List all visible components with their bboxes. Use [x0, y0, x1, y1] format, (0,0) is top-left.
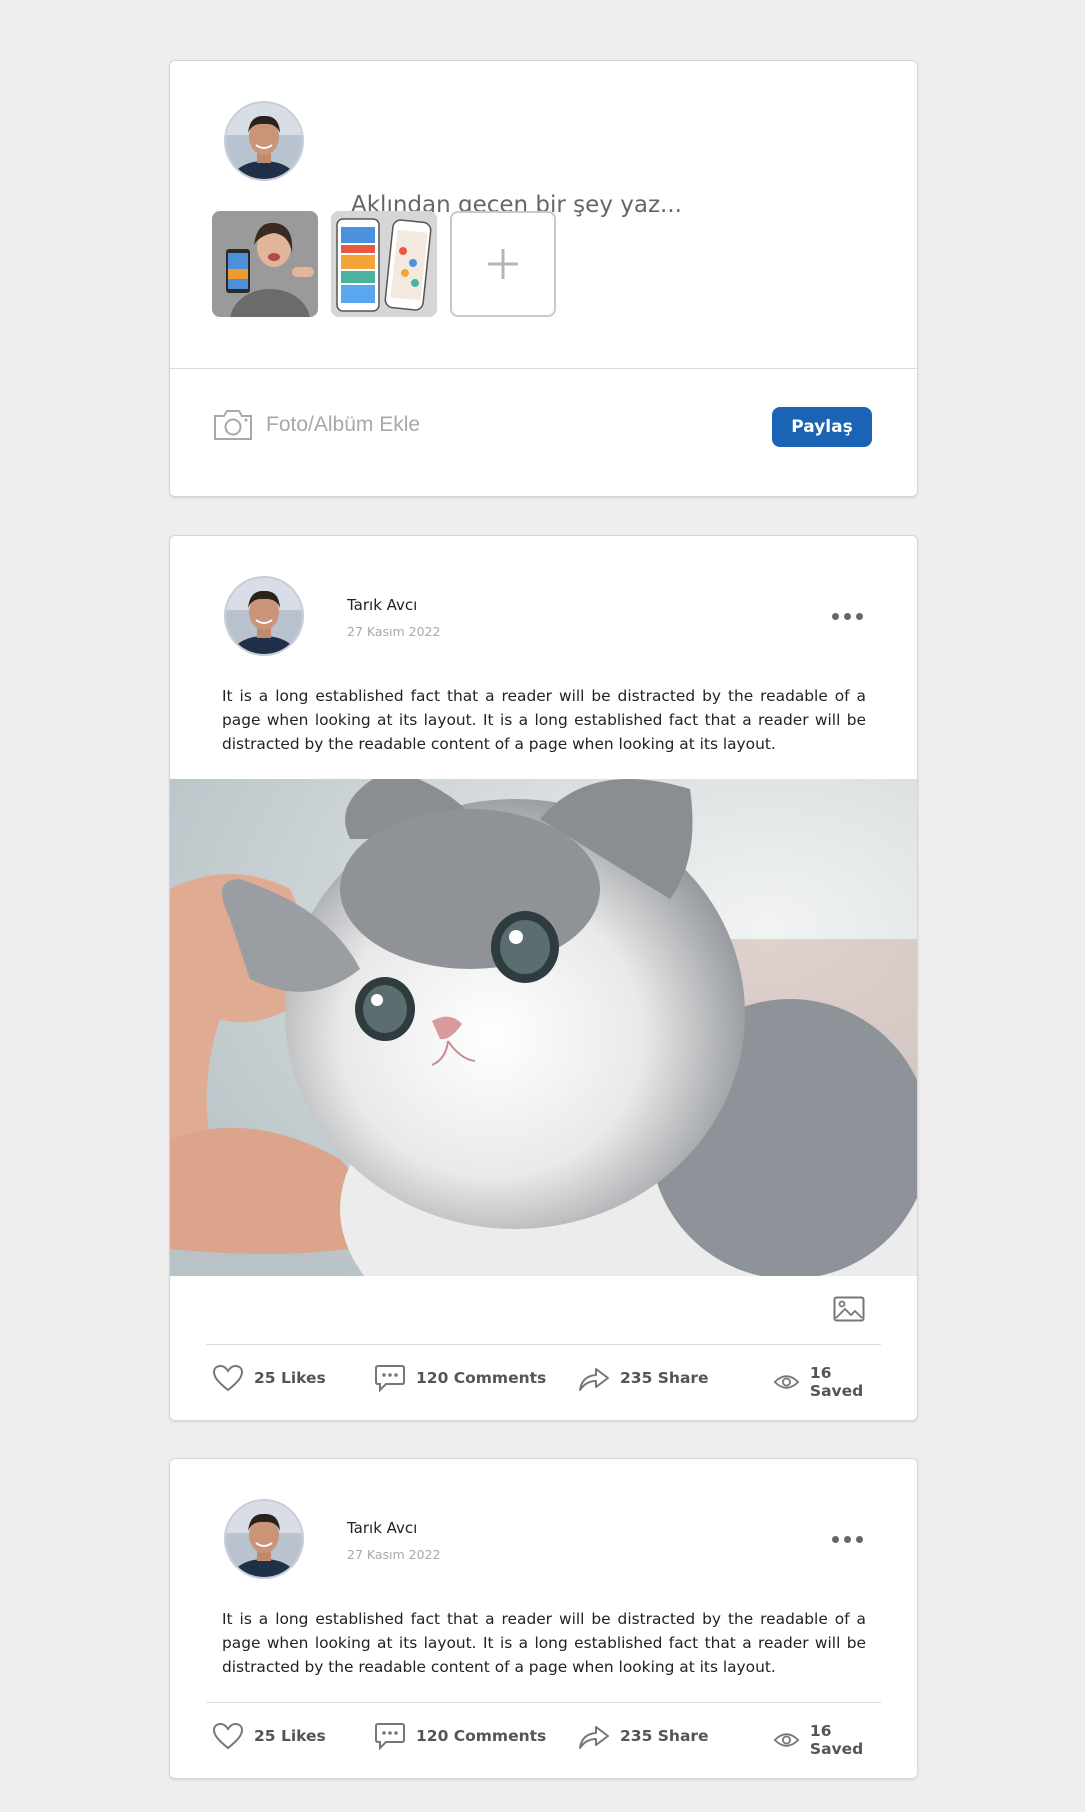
heart-icon	[212, 1722, 244, 1750]
camera-icon	[214, 410, 252, 440]
post-stats: 25 Likes 120 Comments 235 Share 16 Saved	[212, 1364, 882, 1400]
share-post-button[interactable]: 235 Share	[578, 1722, 709, 1750]
save-button[interactable]: 16 Saved	[773, 1364, 882, 1400]
composer-divider	[170, 368, 917, 369]
add-attachment-button[interactable]	[450, 211, 556, 317]
shares-count: 235 Share	[620, 1369, 709, 1387]
likes-count: 25 Likes	[254, 1369, 326, 1387]
post-text: It is a long established fact that a rea…	[222, 687, 866, 753]
share-arrow-icon	[579, 1368, 609, 1391]
more-options-button[interactable]	[827, 1531, 867, 1547]
eye-icon	[773, 1733, 800, 1747]
post-card: Tarık Avcı 27 Kasım 2022 It is a long es…	[169, 1458, 918, 1779]
attached-photo-1[interactable]	[212, 211, 318, 317]
author-name[interactable]: Tarık Avcı	[347, 1519, 417, 1537]
comments-count: 120 Comments	[416, 1369, 547, 1387]
saved-count: 16 Saved	[809, 1722, 864, 1758]
plus-icon	[488, 249, 518, 279]
post-date: 27 Kasım 2022	[347, 624, 441, 639]
share-post-button[interactable]: 235 Share	[578, 1364, 709, 1392]
dot-icon	[831, 1535, 839, 1543]
attached-photo-2[interactable]	[331, 211, 437, 317]
comments-count: 120 Comments	[416, 1727, 547, 1745]
add-photo-label: Foto/Albüm Ekle	[266, 413, 421, 436]
post-image[interactable]	[170, 779, 917, 1276]
saved-count: 16 Saved	[809, 1364, 864, 1400]
post-date: 27 Kasım 2022	[347, 1547, 441, 1562]
post-text: It is a long established fact that a rea…	[222, 1610, 866, 1676]
author-name[interactable]: Tarık Avcı	[347, 596, 417, 614]
dot-icon	[831, 612, 839, 620]
more-options-button[interactable]	[827, 608, 867, 624]
image-icon[interactable]	[833, 1296, 865, 1326]
shares-count: 235 Share	[620, 1727, 709, 1745]
dot-icon	[855, 612, 863, 620]
author-avatar[interactable]	[224, 1499, 304, 1579]
post-divider	[206, 1702, 881, 1703]
dot-icon	[843, 612, 851, 620]
comment-icon	[375, 1723, 405, 1750]
post-stats: 25 Likes 120 Comments 235 Share 16 Saved	[212, 1722, 882, 1758]
heart-icon	[212, 1364, 244, 1392]
like-button[interactable]: 25 Likes	[212, 1722, 326, 1750]
share-button[interactable]: Paylaş	[772, 407, 872, 447]
comment-button[interactable]: 120 Comments	[374, 1364, 546, 1392]
save-button[interactable]: 16 Saved	[773, 1722, 882, 1758]
comment-button[interactable]: 120 Comments	[374, 1722, 546, 1750]
eye-icon	[773, 1375, 800, 1389]
dot-icon	[855, 1535, 863, 1543]
likes-count: 25 Likes	[254, 1727, 326, 1745]
author-avatar[interactable]	[224, 576, 304, 656]
post-card: Tarık Avcı 27 Kasım 2022 It is a long es…	[169, 535, 918, 1421]
user-avatar[interactable]	[224, 101, 304, 181]
comment-icon	[375, 1365, 405, 1392]
post-composer: Foto/Albüm Ekle Paylaş	[169, 60, 918, 497]
post-divider	[206, 1344, 881, 1345]
dot-icon	[843, 1535, 851, 1543]
add-photo-button[interactable]: Foto/Albüm Ekle	[212, 408, 420, 442]
like-button[interactable]: 25 Likes	[212, 1364, 326, 1392]
share-arrow-icon	[579, 1726, 609, 1749]
